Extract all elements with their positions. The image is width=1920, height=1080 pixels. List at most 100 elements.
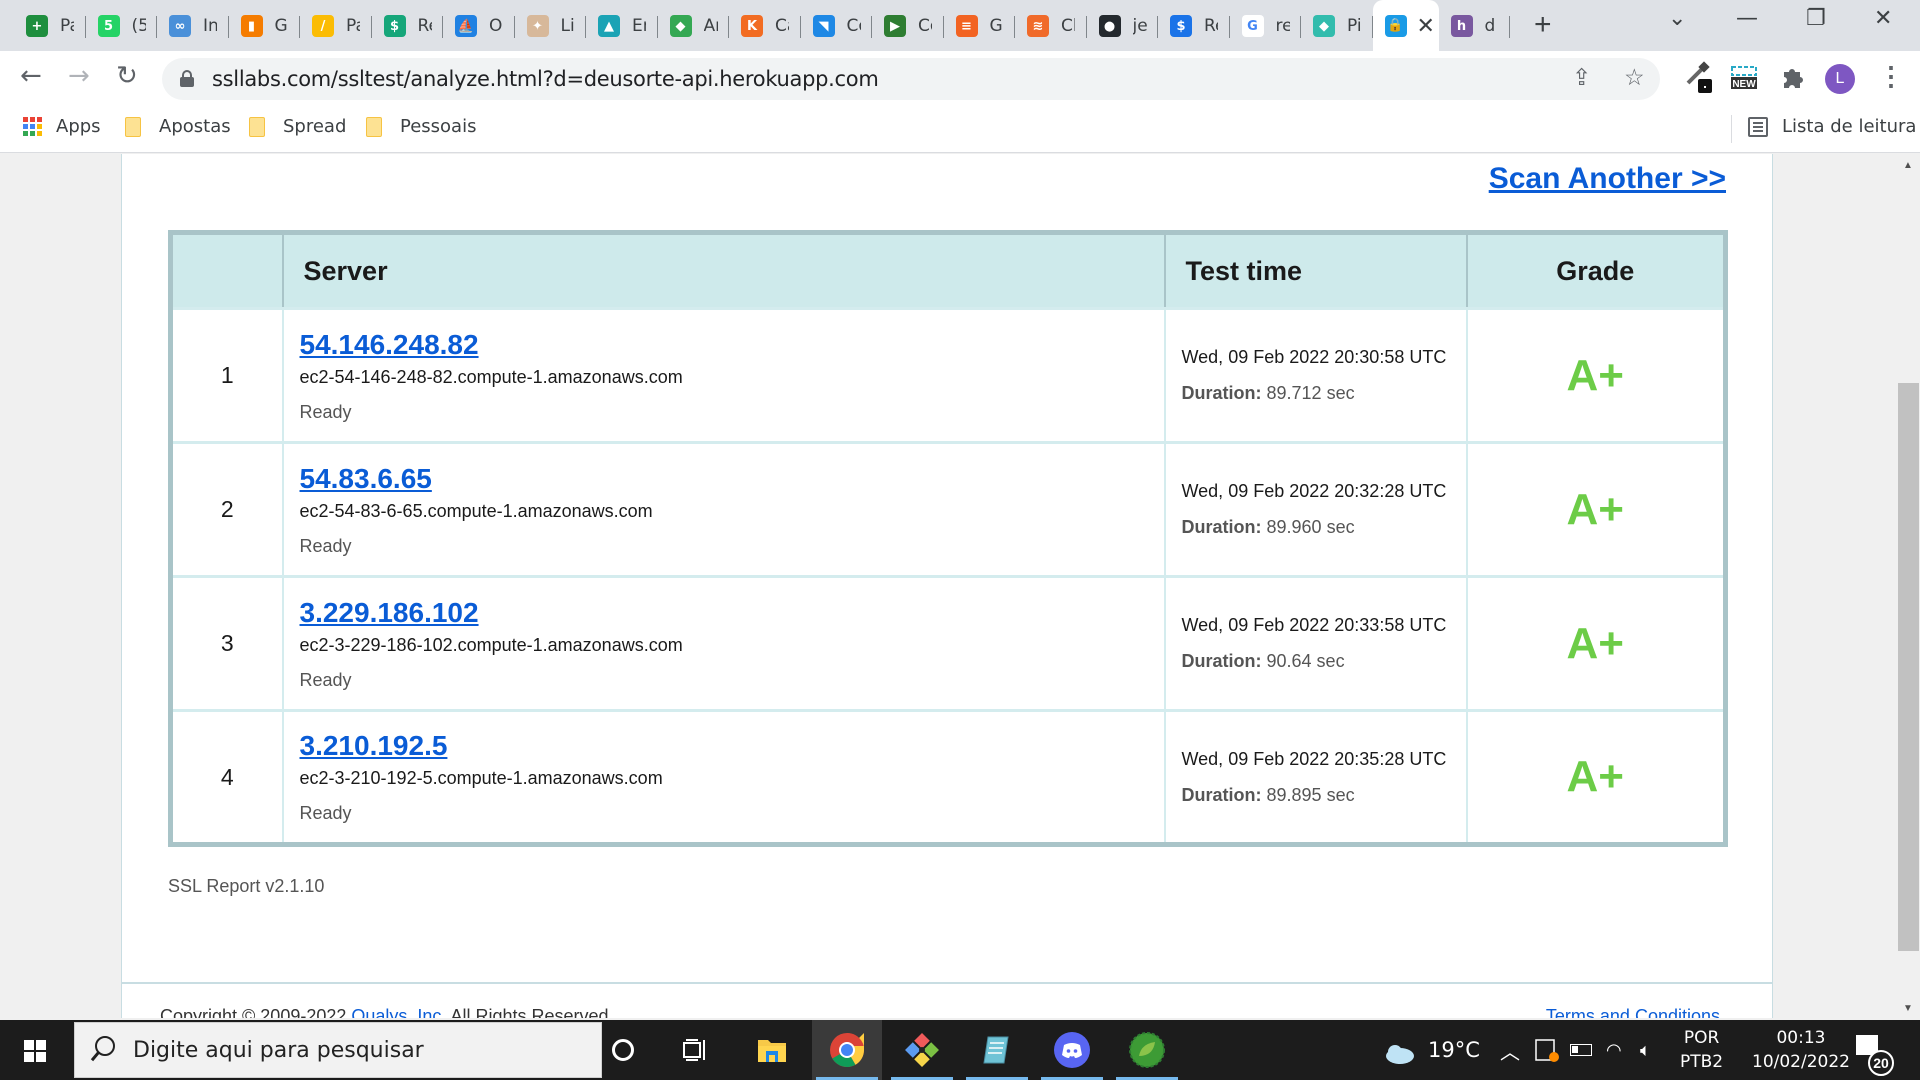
menu-kebab-icon[interactable]: ⋮ xyxy=(1878,61,1904,92)
scrollbar-thumb[interactable] xyxy=(1898,383,1919,951)
git-client-icon[interactable] xyxy=(887,1020,957,1080)
row-index: 1 xyxy=(170,307,283,443)
spring-tools-icon[interactable] xyxy=(1112,1020,1182,1080)
server-hostname: ec2-3-210-192-5.compute-1.amazonaws.com xyxy=(299,768,663,788)
scroll-up-arrow-icon[interactable]: ▲ xyxy=(1903,160,1913,171)
reading-list-label: Lista de leitura xyxy=(1782,116,1917,137)
browser-tab[interactable]: Gre xyxy=(1230,8,1301,44)
browser-tab[interactable]: ▶ Co xyxy=(872,8,944,44)
terms-link[interactable]: Terms and Conditions xyxy=(1546,1006,1720,1018)
browser-tab[interactable]: hd xyxy=(1439,8,1510,44)
bookmark-star-icon[interactable]: ☆ xyxy=(1624,64,1645,91)
browser-tab[interactable]: $ Re xyxy=(1158,8,1230,44)
server-cell: 54.146.248.82 ec2-54-146-248-82.compute-1… xyxy=(281,307,1165,443)
qualys-link[interactable]: Qualys, Inc xyxy=(351,1006,441,1018)
url-text[interactable]: ssllabs.com/ssltest/analyze.html?d=deuso… xyxy=(212,67,879,91)
bookmark-folder-apostas[interactable]: Apostas xyxy=(125,116,231,137)
tab-title: Cl xyxy=(1061,16,1075,36)
weather-widget[interactable]: 19°C xyxy=(1380,1020,1480,1080)
k-logo-icon: K xyxy=(741,15,763,37)
new-badge-extension-icon[interactable]: NEW xyxy=(1730,65,1758,96)
close-window-button[interactable]: ✕ xyxy=(1874,6,1892,31)
share-icon[interactable]: ⇪ xyxy=(1572,64,1591,91)
extensions-puzzle-icon[interactable] xyxy=(1780,64,1806,95)
browser-tab[interactable]: ∞ In xyxy=(157,8,229,44)
page-viewport: Scan Another >> Server Test time Grade 1… xyxy=(0,154,1897,1018)
duration-value: 89.960 sec xyxy=(1266,517,1355,537)
opensea-icon: ⛵ xyxy=(455,15,477,37)
server-ip-link[interactable]: 54.83.6.65 xyxy=(300,463,1164,495)
bookmark-apps[interactable]: Apps xyxy=(23,116,101,137)
browser-tab[interactable]: K Ca xyxy=(729,8,801,44)
page-scrollbar[interactable]: ▲ ▼ xyxy=(1897,154,1920,1018)
server-cell: 3.229.186.102 ec2-3-229-186-102.compute-1… xyxy=(281,575,1165,711)
chrome-taskbar-icon[interactable] xyxy=(812,1020,882,1080)
cortana-icon[interactable] xyxy=(588,1020,658,1080)
server-ip-link[interactable]: 54.146.248.82 xyxy=(300,329,1164,361)
browser-tab[interactable]: ◥ Co xyxy=(801,8,872,44)
browser-tab[interactable]: ⛵ O xyxy=(443,8,515,44)
tab-search-button[interactable]: ⌄ xyxy=(1668,6,1686,31)
browser-tab[interactable]: ◆ Ar xyxy=(658,8,729,44)
discord-icon[interactable] xyxy=(1037,1020,1107,1080)
input-language-indicator[interactable]: POR PTB2 xyxy=(1680,1026,1723,1074)
wifi-icon[interactable]: ◠ xyxy=(1606,1020,1622,1080)
volume-icon[interactable]: 🔈︎ xyxy=(1640,1020,1651,1080)
color-picker-extension-icon[interactable] xyxy=(1684,61,1714,98)
copyright-prefix: Copyright © 2009-2022 xyxy=(160,1006,352,1018)
browser-tab[interactable]: ● je xyxy=(1087,8,1158,44)
test-timestamp: Wed, 09 Feb 2022 20:32:28 UTC xyxy=(1181,481,1447,501)
browser-tab[interactable]: ≡ G xyxy=(944,8,1015,44)
grade-header: Grade xyxy=(1465,232,1726,309)
bookmark-label: Spread xyxy=(283,116,347,137)
bookmark-folder-pessoais[interactable]: Pessoais xyxy=(366,116,476,137)
windows-taskbar: Digite aqui para pesquisar 19°C ︿ ◠ 🔈︎ P… xyxy=(0,1020,1920,1080)
server-cell: 54.83.6.65 ec2-54-83-6-65.compute-1.amazo… xyxy=(281,441,1165,577)
browser-tab[interactable]: / Pa xyxy=(300,8,372,44)
tab-title: je xyxy=(1132,16,1147,36)
close-tab-icon[interactable]: ✕ xyxy=(1417,13,1435,39)
file-explorer-icon[interactable] xyxy=(737,1020,807,1080)
scan-another-link[interactable]: Scan Another >> xyxy=(1489,162,1726,196)
new-tab-button[interactable]: + xyxy=(1534,8,1552,42)
test-timestamp: Wed, 09 Feb 2022 20:33:58 UTC xyxy=(1181,615,1447,635)
servers-table: Server Test time Grade 1 54.146.248.82 ec2… xyxy=(168,230,1728,847)
tab-active[interactable]: 🔒 ✕ xyxy=(1372,0,1439,51)
browser-tab[interactable]: ≋ Cl xyxy=(1015,8,1087,44)
forward-button[interactable]: → xyxy=(68,61,90,91)
system-clock[interactable]: 00:13 10/02/2022 xyxy=(1752,1026,1850,1074)
tab-title: Re xyxy=(1204,16,1218,36)
tab-title: Pi xyxy=(1347,16,1361,36)
task-view-icon[interactable] xyxy=(660,1020,730,1080)
windows-start-icon[interactable] xyxy=(24,1040,46,1062)
scroll-down-arrow-icon[interactable]: ▼ xyxy=(1903,1003,1913,1014)
server-ip-link[interactable]: 3.210.192.5 xyxy=(300,730,1164,762)
bookmark-label: Apostas xyxy=(159,116,231,137)
test-duration: Duration: 89.895 sec xyxy=(1182,785,1466,806)
browser-tab[interactable]: ▲ Er xyxy=(586,8,658,44)
browser-tab[interactable]: ◆ Pi xyxy=(1301,8,1373,44)
flag-icon: ▶ xyxy=(884,15,906,37)
taskbar-search-input[interactable]: Digite aqui para pesquisar xyxy=(74,1022,602,1078)
profile-avatar[interactable]: L xyxy=(1825,64,1855,94)
battery-icon[interactable] xyxy=(1570,1020,1592,1080)
browser-tab[interactable]: ▮ G xyxy=(229,8,300,44)
bookmark-folder-spread[interactable]: Spread xyxy=(249,116,346,137)
tab-title: O xyxy=(489,16,503,36)
browser-tab[interactable]: ✦ Li xyxy=(515,8,586,44)
show-hidden-icons-chevron-icon[interactable]: ︿ xyxy=(1500,1020,1520,1080)
copyright-suffix: . All Rights Reserved. xyxy=(441,1006,614,1018)
back-button[interactable]: ← xyxy=(20,61,42,91)
minimize-button[interactable]: — xyxy=(1736,6,1758,31)
browser-tab[interactable]: 5 (5 xyxy=(86,8,157,44)
test-time-cell: Wed, 09 Feb 2022 20:33:58 UTC Duration: 9… xyxy=(1163,575,1467,711)
reading-list-button[interactable]: Lista de leitura xyxy=(1748,116,1916,137)
sync-status-icon[interactable] xyxy=(1534,1020,1560,1080)
address-bar[interactable]: ssllabs.com/ssltest/analyze.html?d=deuso… xyxy=(162,58,1660,100)
restore-button[interactable]: ❐ xyxy=(1806,6,1826,31)
server-ip-link[interactable]: 3.229.186.102 xyxy=(300,597,1164,629)
browser-tab[interactable]: + Pa xyxy=(14,8,86,44)
notepad-icon[interactable] xyxy=(962,1020,1032,1080)
reload-button[interactable]: ↻ xyxy=(116,61,138,91)
browser-tab[interactable]: $ Re xyxy=(372,8,443,44)
